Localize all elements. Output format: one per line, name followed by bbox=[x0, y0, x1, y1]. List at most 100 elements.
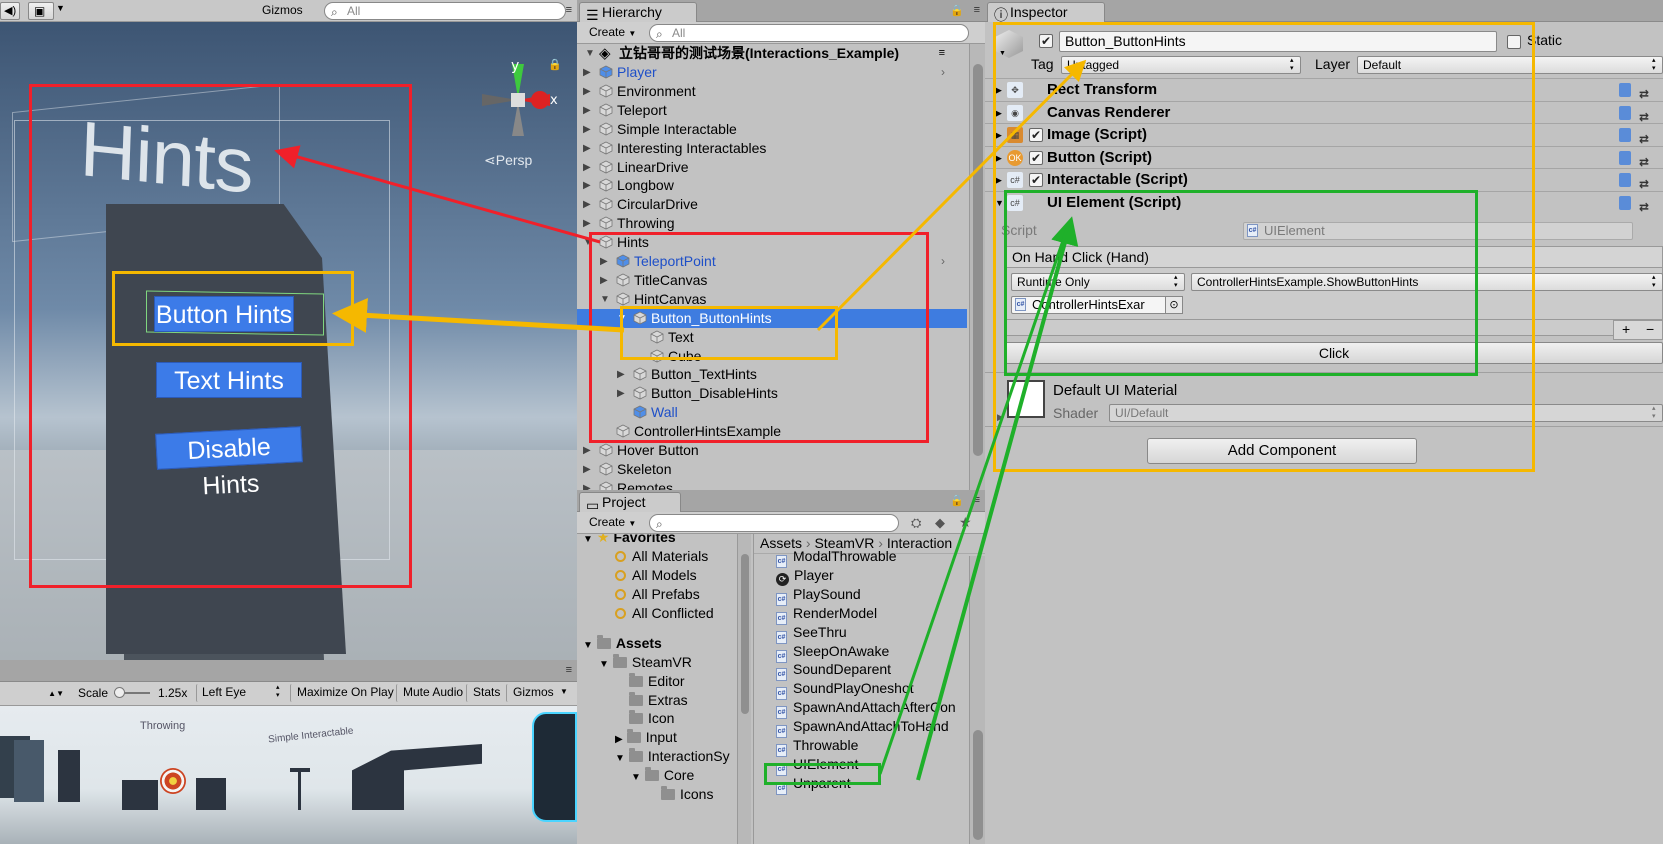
component-header[interactable]: ▶ c# ✔ Interactable (Script) ⇄ bbox=[985, 168, 1663, 191]
file-item[interactable]: c# Unparent bbox=[776, 774, 851, 795]
tab-hierarchy[interactable]: ☰ Hierarchy bbox=[579, 2, 697, 23]
assets-row[interactable]: ▼ Assets bbox=[583, 634, 662, 653]
expand-arrow-icon[interactable]: ▶ bbox=[583, 101, 591, 120]
component-enabled-checkbox[interactable]: ✔ bbox=[1029, 150, 1043, 165]
favorite-star-icon[interactable]: ★ bbox=[959, 514, 972, 531]
expand-arrow-icon[interactable]: ▶ bbox=[600, 271, 608, 290]
hierarchy-row[interactable]: ▶ Hover Button bbox=[577, 441, 967, 460]
file-item[interactable]: c# SpawnAndAttachToHand bbox=[776, 717, 949, 739]
collapse-arrow-icon[interactable]: ▼ bbox=[600, 290, 610, 309]
component-header[interactable]: ▼ c# UI Element (Script) ⇄ bbox=[985, 191, 1663, 214]
scene-view[interactable]: ◀) ▣ ▼ Gizmos ▼ ⌕ All ≡ Hints Button Hint… bbox=[0, 0, 577, 660]
component-enabled-checkbox[interactable]: ✔ bbox=[1029, 173, 1043, 188]
scene-search-input[interactable]: ⌕ All bbox=[324, 2, 566, 20]
maximize-on-play-toggle[interactable]: Maximize On Play bbox=[290, 684, 400, 702]
file-list-scrollbar[interactable] bbox=[969, 556, 985, 844]
preset-icon[interactable]: ⇄ bbox=[1639, 106, 1653, 124]
folder-item[interactable]: ▶ Input bbox=[615, 728, 677, 747]
gizmos-dropdown[interactable]: Gizmos ▼ bbox=[256, 2, 316, 32]
collapse-arrow-icon[interactable]: ▼ bbox=[583, 534, 593, 545]
help-book-icon[interactable] bbox=[1619, 150, 1631, 165]
file-item[interactable]: c# SoundPlayOneshot bbox=[776, 679, 914, 701]
runtime-dropdown[interactable]: Runtime Only bbox=[1011, 273, 1185, 291]
collapse-arrow-icon[interactable]: ▼ bbox=[583, 640, 593, 651]
scrollbar-thumb[interactable] bbox=[741, 554, 749, 714]
hierarchy-row[interactable]: ▶ TeleportPoint › bbox=[577, 252, 967, 271]
preset-icon[interactable]: ⇄ bbox=[1639, 128, 1653, 146]
file-item[interactable]: c# ModalThrowable bbox=[776, 547, 897, 568]
effects-icon[interactable]: ▣ bbox=[28, 2, 54, 20]
expand-arrow-icon[interactable]: ▶ bbox=[583, 176, 591, 195]
hierarchy-row[interactable]: ▶ Button_DisableHints bbox=[577, 384, 967, 403]
hierarchy-panel[interactable]: ☰ Hierarchy 🔒 ≡ Create ▼ ⌕ All ▼ ◈ 立钻哥哥的测试… bbox=[577, 0, 985, 490]
hierarchy-row[interactable]: ▶ Throwing bbox=[577, 214, 967, 233]
project-panel[interactable]: ▭ Project 🔒 ≡ Create ▼ ⌕ ⛭ ◆ ★ ▼ ★ Favorite… bbox=[577, 490, 985, 844]
hierarchy-row[interactable]: ▶ Simple Interactable bbox=[577, 120, 967, 139]
game-view[interactable]: ≡ ▲▼ Scale 1.25x Left Eye Maximize On Pl… bbox=[0, 660, 577, 844]
expand-arrow-icon[interactable]: ▶ bbox=[600, 252, 608, 271]
wall-object[interactable] bbox=[106, 204, 346, 654]
preset-icon[interactable]: ⇄ bbox=[1639, 83, 1653, 101]
expand-arrow-icon[interactable]: ▶ bbox=[995, 102, 1002, 124]
file-item[interactable]: c# SeeThru bbox=[776, 623, 847, 644]
layer-dropdown[interactable]: Default bbox=[1357, 56, 1663, 74]
shader-dropdown[interactable]: UI/Default bbox=[1109, 404, 1663, 422]
collapse-arrow-icon[interactable]: ▼ bbox=[585, 44, 595, 63]
audio-toggle-icon[interactable]: ◀) bbox=[0, 2, 20, 20]
scene-disable-hints[interactable]: Disable Hints bbox=[155, 426, 303, 500]
file-item[interactable]: c# SoundDeparent bbox=[776, 660, 891, 682]
expand-arrow-icon[interactable]: ▶ bbox=[583, 441, 591, 460]
search-by-type-icon[interactable]: ⛭ bbox=[911, 515, 921, 531]
hierarchy-row[interactable]: ▶ Longbow bbox=[577, 176, 967, 195]
component-header[interactable]: ▶ OK ✔ Button (Script) ⇄ bbox=[985, 145, 1663, 169]
file-item[interactable]: c# SpawnAndAttachAfterCon bbox=[776, 698, 956, 720]
expand-arrow-icon[interactable]: ▶ bbox=[583, 139, 591, 158]
script-field[interactable]: c# UIElement bbox=[1243, 222, 1633, 240]
favorite-item[interactable]: All Materials bbox=[615, 547, 708, 566]
chevron-right-icon[interactable]: › bbox=[941, 63, 945, 82]
project-create-dropdown[interactable]: Create ▼ bbox=[583, 514, 643, 532]
hierarchy-row[interactable]: ▶ CircularDrive bbox=[577, 195, 967, 214]
help-book-icon[interactable] bbox=[1619, 128, 1631, 143]
expand-arrow-icon[interactable]: ▶ bbox=[995, 169, 1002, 191]
lock-icon[interactable]: 🔒 bbox=[950, 494, 964, 507]
eye-dropdown[interactable]: Left Eye bbox=[196, 684, 286, 702]
hierarchy-row[interactable]: ▼ Button_ButtonHints bbox=[577, 308, 967, 328]
hierarchy-row[interactable]: ▶ Skeleton bbox=[577, 460, 967, 479]
folder-item[interactable]: Extras bbox=[615, 691, 688, 710]
tab-project[interactable]: ▭ Project bbox=[579, 492, 681, 513]
folder-item[interactable]: Icons bbox=[647, 785, 713, 804]
folder-item[interactable]: Editor bbox=[615, 672, 685, 691]
effects-dropdown-arrow-icon[interactable]: ▼ bbox=[56, 3, 65, 13]
help-book-icon[interactable] bbox=[1619, 105, 1631, 120]
expand-arrow-icon[interactable]: ▶ bbox=[583, 63, 591, 82]
lock-icon[interactable]: 🔒 bbox=[950, 4, 964, 17]
tab-inspector[interactable]: ⓘ Inspector bbox=[987, 2, 1105, 23]
stats-toggle[interactable]: Stats bbox=[466, 684, 506, 702]
panel-menu-icon[interactable]: ≡ bbox=[566, 664, 573, 676]
search-by-label-icon[interactable]: ◆ bbox=[935, 515, 945, 531]
tag-dropdown[interactable]: Untagged bbox=[1061, 56, 1301, 74]
inspector-panel[interactable]: ⓘ Inspector ▼ ✔ Button_ButtonHints Static… bbox=[985, 0, 1663, 844]
collapse-arrow-icon[interactable]: ▼ bbox=[631, 772, 641, 783]
icon-dropdown-arrow-icon[interactable]: ▼ bbox=[999, 50, 1006, 57]
create-dropdown[interactable]: Create ▼ bbox=[583, 24, 643, 42]
scrollbar-thumb[interactable] bbox=[973, 64, 983, 456]
hierarchy-row[interactable]: ▶ Interesting Interactables bbox=[577, 139, 967, 158]
expand-arrow-icon[interactable]: ▶ bbox=[615, 734, 623, 745]
hierarchy-scrollbar[interactable] bbox=[969, 44, 985, 490]
add-component-button[interactable]: Add Component bbox=[1147, 438, 1417, 464]
expand-arrow-icon[interactable]: ▶ bbox=[583, 214, 591, 233]
help-book-icon[interactable] bbox=[1619, 83, 1631, 97]
orientation-gizmo-icon[interactable]: y x bbox=[478, 60, 558, 150]
component-header[interactable]: ▶ ✥ Rect Transform ⇄ bbox=[985, 78, 1663, 101]
hierarchy-row[interactable]: ▶ LinearDrive bbox=[577, 158, 967, 177]
collapse-arrow-icon[interactable]: ▼ bbox=[995, 192, 1004, 214]
chevron-right-icon[interactable]: › bbox=[941, 252, 945, 271]
hierarchy-row[interactable]: ▶ Button_TextHints bbox=[577, 365, 967, 384]
expand-arrow-icon[interactable]: ▶ bbox=[617, 365, 625, 384]
scrollbar-thumb[interactable] bbox=[973, 730, 983, 840]
scale-slider-thumb[interactable] bbox=[114, 687, 125, 698]
expand-arrow-icon[interactable]: ▶ bbox=[583, 460, 591, 479]
collapse-arrow-icon[interactable]: ▼ bbox=[599, 659, 609, 670]
